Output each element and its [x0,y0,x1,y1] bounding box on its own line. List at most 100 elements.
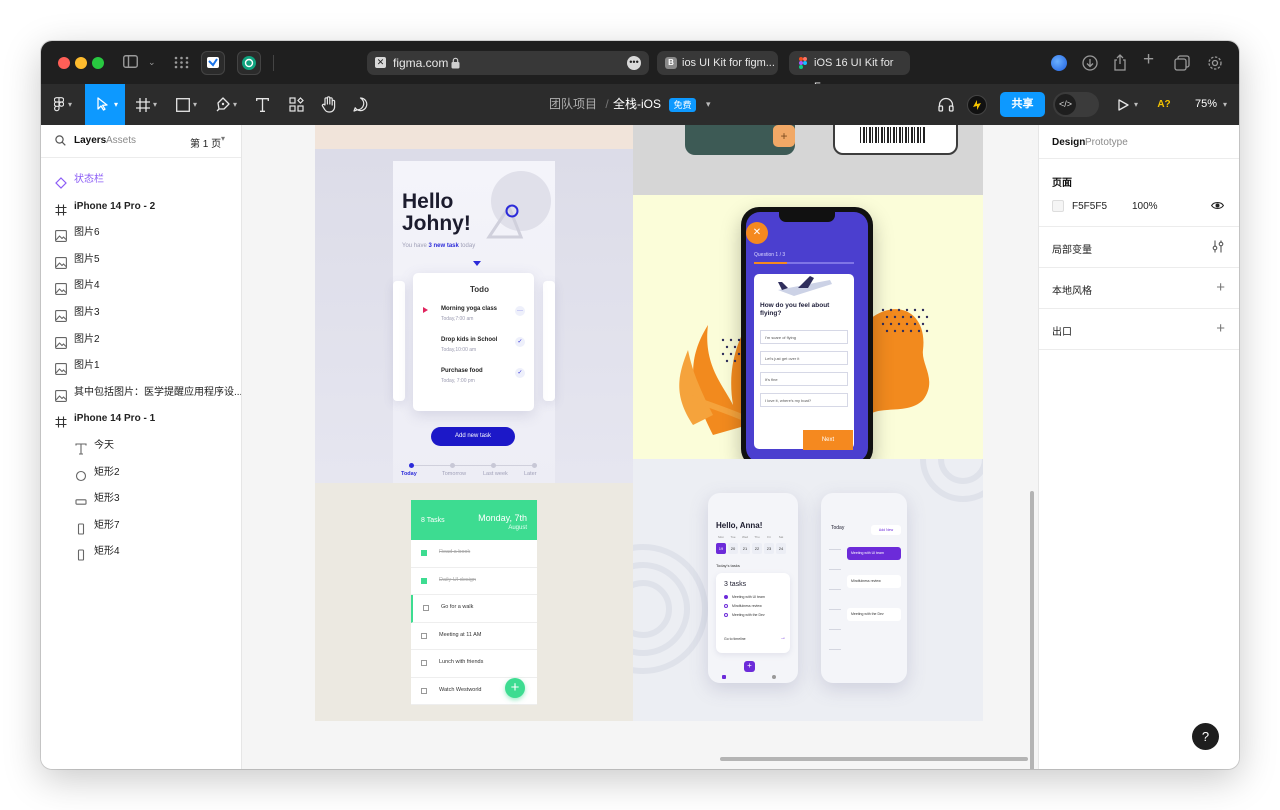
day-date[interactable]: 21 [740,543,750,554]
share-button[interactable]: 共享 [1000,92,1045,117]
task-radio-icon[interactable] [724,595,728,599]
layer-item[interactable]: 图片6 [41,220,241,246]
hand-tool-button[interactable] [317,84,341,125]
page-color-swatch[interactable] [1052,200,1064,212]
share-icon[interactable] [1113,54,1127,71]
pinned-tab-icon[interactable] [201,51,225,75]
main-menu-button[interactable]: ▾ [41,84,85,125]
chevron-down-icon[interactable]: ▾ [221,134,225,143]
frame-tool-button[interactable]: ▾ [133,84,169,125]
project-name[interactable]: 全栈-iOS [613,84,667,125]
layer-item[interactable]: 矩形7 [41,513,241,539]
horizontal-scrollbar[interactable] [720,757,1028,761]
task-radio-icon[interactable] [724,604,728,608]
task-row[interactable]: Read a book [411,540,537,568]
dev-mode-toggle[interactable]: </> [1053,92,1099,117]
resources-tool-button[interactable] [285,84,309,125]
layer-item[interactable]: 其中包括图片：医学提醒应用程序设... [41,380,241,406]
image-frame-cards[interactable]: + [633,125,983,195]
move-tool-button[interactable]: ▾ [85,84,125,125]
checked-checkbox-icon[interactable] [421,577,427,584]
task-row[interactable]: Meeting at 11 AM [411,623,537,650]
tab-label[interactable]: Last week [483,471,508,477]
image-frame-anna[interactable]: Hello, Anna! Mon 19 Tue 20 Wed 21 Thu 22 Fri 23 Sa… [633,459,983,721]
new-tab-icon[interactable]: + [1143,50,1154,69]
task-row[interactable]: Lunch with friends [411,650,537,678]
task-row[interactable]: Daily UI design [411,568,537,595]
download-icon[interactable] [1082,55,1098,71]
layer-item[interactable]: 图片2 [41,327,241,353]
layer-item[interactable]: iPhone 14 Pro - 2 [41,194,241,220]
layer-item[interactable]: 矩形3 [41,486,241,512]
layer-item[interactable]: 矩形4 [41,539,241,565]
checkbox-icon[interactable] [421,660,427,666]
chevron-down-icon[interactable]: ▾ [706,84,711,125]
missing-fonts-indicator[interactable]: A? [1154,84,1174,125]
present-play-icon[interactable] [1118,99,1129,111]
profile-icon[interactable] [1051,55,1067,71]
more-options-icon[interactable]: ••• [627,56,641,70]
day-date[interactable]: 23 [764,543,774,554]
task-row[interactable]: Go for a walk [411,595,537,623]
tab-label[interactable]: Later [524,471,537,477]
add-style-plus-icon[interactable]: + [1216,280,1225,295]
page-opacity-value[interactable]: 100% [1132,201,1158,212]
page-selector[interactable]: 第 1 页 [190,135,221,150]
image-frame-tasks[interactable]: 8 Tasks Monday, 7th August Read a book Da… [315,483,633,721]
help-button[interactable]: ? [1192,723,1219,750]
day-date[interactable]: 20 [728,543,738,554]
export-section[interactable]: 出口 + [1039,309,1239,350]
local-variables-section[interactable]: 局部变量 [1039,227,1239,268]
sidebar-toggle-icon[interactable] [123,55,138,68]
chevron-down-icon[interactable]: ▾ [1223,84,1227,125]
tab-design[interactable]: Design [1052,137,1085,148]
quiz-next-button[interactable]: Next [803,430,853,450]
address-bar[interactable]: ✕ figma.com ••• [367,51,649,75]
add-task-button[interactable]: + [505,678,525,698]
breadcrumb-team[interactable]: 团队项目 [549,84,599,125]
headphones-icon[interactable] [938,97,954,112]
zoom-level[interactable]: 75% [1191,84,1221,125]
layer-item[interactable]: iPhone 14 Pro - 1 [41,406,241,432]
chevron-down-icon[interactable]: ▾ [1134,84,1138,125]
timeline-event[interactable]: Meeting with the Dev [847,608,901,621]
add-export-plus-icon[interactable]: + [1216,321,1225,336]
layer-item[interactable]: 今天 [41,433,241,459]
comment-tool-button[interactable] [349,84,373,125]
tabs-overview-icon[interactable] [1174,55,1190,71]
settings-gear-icon[interactable] [1207,55,1223,71]
checked-checkbox-icon[interactable] [421,550,427,556]
image-frame-top[interactable] [315,125,633,149]
layer-item[interactable]: 状态栏 [41,167,241,193]
maximize-window-button[interactable] [92,57,104,69]
quiz-option[interactable]: I love it, where's my boat? [760,393,848,407]
browser-tab-1[interactable]: B ios UI Kit for figm... [657,51,778,75]
add-new-task-button[interactable]: Add new task [431,427,515,446]
vertical-scrollbar[interactable] [1030,491,1034,769]
tab-prototype[interactable]: Prototype [1085,137,1128,148]
checkbox-icon[interactable] [423,605,429,611]
minimize-window-button[interactable] [75,57,87,69]
timeline-event[interactable]: Mindfulness review [847,575,901,588]
close-window-button[interactable] [58,57,70,69]
chatgpt-icon[interactable] [237,51,261,75]
shape-tool-button[interactable]: ▾ [173,84,209,125]
day-date[interactable]: 19 [716,543,726,554]
variables-icon[interactable] [1212,240,1224,253]
layer-item[interactable]: 图片5 [41,247,241,273]
tab-label[interactable]: Today [401,471,417,477]
close-tab-icon[interactable]: ✕ [375,57,386,68]
task-radio-icon[interactable] [724,613,728,617]
day-date[interactable]: 24 [776,543,786,554]
layer-item[interactable]: 图片1 [41,353,241,379]
tab-assets[interactable]: Assets [106,135,136,146]
tab-label[interactable]: Tomorrow [442,471,466,477]
layer-item[interactable]: 图片3 [41,300,241,326]
chevron-down-icon[interactable]: ⌄ [148,54,156,70]
timeline-event[interactable]: Meeting with UI team [847,547,901,560]
browser-tab-2[interactable]: iOS 16 UI Kit for F... [789,51,910,93]
quiz-option[interactable]: Let's just get over it [760,351,848,365]
day-date[interactable]: 22 [752,543,762,554]
canvas[interactable]: + Hello Johny! You have 3 new task today… [242,125,1038,769]
quiz-option[interactable]: I'm scare of flying [760,330,848,344]
